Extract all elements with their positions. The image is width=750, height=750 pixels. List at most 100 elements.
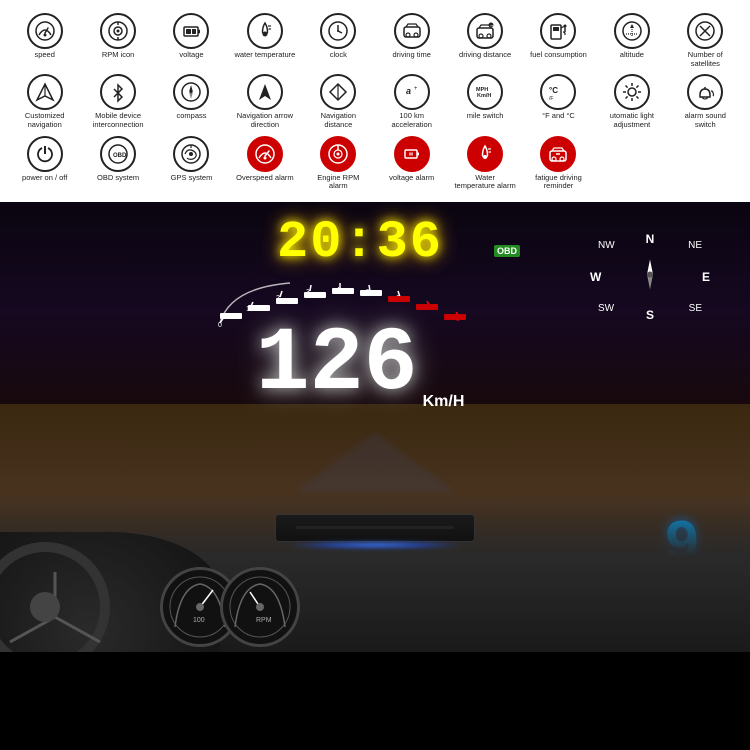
water-temp-label: water temperature <box>234 51 295 60</box>
svg-text:RPM: RPM <box>256 617 272 624</box>
nav-distance-icon <box>320 74 356 110</box>
compass-center <box>630 254 670 299</box>
speed-icon <box>27 13 63 49</box>
100km-label: 100 km acceleration <box>381 112 443 129</box>
icon-alarm: alarm sound switch <box>669 71 742 132</box>
bluetooth-icon <box>100 74 136 110</box>
nav-arrow-icon <box>247 74 283 110</box>
mile-label: mile switch <box>467 112 504 121</box>
icon-speed: speed <box>8 10 81 71</box>
hud-device <box>275 514 475 542</box>
fuel-label: fuel consumption <box>530 51 587 60</box>
compass-labels: N S E W NE NW SE SW <box>590 232 710 322</box>
compass-needle-svg <box>630 254 670 294</box>
icon-clock: clock <box>302 10 375 71</box>
voltage-alarm-label: voltage alarm <box>389 174 434 183</box>
svg-text:+: + <box>414 86 418 92</box>
icon-water-temp: water temperature <box>228 10 301 71</box>
icon-satellites: Number of satellites <box>669 10 742 71</box>
icon-power: power on / off <box>8 133 81 194</box>
rpm-label: RPM icon <box>102 51 135 60</box>
water-temp-icon <box>247 13 283 49</box>
bluetooth-label: Mobile device interconnection <box>87 112 149 129</box>
satellites-icon <box>687 13 723 49</box>
overspeed-label: Overspeed alarm <box>236 174 294 183</box>
driving-time-label: driving time <box>393 51 431 60</box>
compass-w: W <box>590 270 601 284</box>
icon-row-2: Customized navigation Mobile device inte… <box>8 71 742 132</box>
alarm-icon <box>687 74 723 110</box>
icon-voltage-alarm: voltage alarm <box>375 133 448 194</box>
hud-time-display: 20:36 <box>200 217 520 269</box>
satellites-label: Number of satellites <box>674 51 736 68</box>
gauge-tachometer: RPM <box>220 567 300 647</box>
icon-voltage: voltage <box>155 10 228 71</box>
svg-text:OBD: OBD <box>113 153 127 159</box>
speed-label: speed <box>34 51 54 60</box>
obd-label: OBD system <box>97 174 139 183</box>
compass-e: E <box>702 270 710 284</box>
instrument-cluster: 100 RPM <box>150 552 310 652</box>
custom-nav-icon <box>27 74 63 110</box>
nav-arrow-label: Navigation arrow direction <box>234 112 296 129</box>
icon-obd: OBD OBD system <box>81 133 154 194</box>
clock-icon <box>320 13 356 49</box>
clock-label: clock <box>330 51 347 60</box>
engine-rpm-label: Engine RPM alarm <box>307 174 369 191</box>
compass-s: S <box>646 308 654 322</box>
gps-system-icon <box>173 136 209 172</box>
light-label: utomatic light adjustment <box>601 112 663 129</box>
icon-row-1: speed RPM icon <box>8 10 742 71</box>
icon-bluetooth: Mobile device interconnection <box>81 71 154 132</box>
engine-rpm-icon <box>320 136 356 172</box>
svg-text:100: 100 <box>193 617 205 624</box>
icon-compass: compass <box>155 71 228 132</box>
icon-altitude: altitude <box>595 10 668 71</box>
icon-empty-1 <box>595 133 668 194</box>
icon-custom-nav: Customized navigation <box>8 71 81 132</box>
mile-icon: MPH Km/H <box>467 74 503 110</box>
altitude-label: altitude <box>620 51 644 60</box>
icon-temp-unit: °C /F °F and °C <box>522 71 595 132</box>
info-panel: speed RPM icon <box>0 0 750 202</box>
power-icon <box>27 136 63 172</box>
driving-distance-label: driving distance <box>459 51 511 60</box>
voltage-alarm-icon <box>394 136 430 172</box>
power-label: power on / off <box>22 174 67 183</box>
compass-label: compass <box>176 112 206 121</box>
hud-area: 20:36 OBD 0 1 2 3 4 5 6 <box>0 202 750 652</box>
driving-distance-icon: mi <box>467 13 503 49</box>
icon-100km: a + 100 km acceleration <box>375 71 448 132</box>
icon-empty-2 <box>669 133 742 194</box>
svg-text:°C: °C <box>549 86 558 95</box>
projection-cone <box>295 432 455 492</box>
svg-text:a: a <box>406 86 411 96</box>
steering-wheel <box>0 542 110 652</box>
icon-light: utomatic light adjustment <box>595 71 668 132</box>
svg-text:Km/H: Km/H <box>477 93 491 99</box>
icon-mile: MPH Km/H mile switch <box>448 71 521 132</box>
icon-fuel: fuel consumption <box>522 10 595 71</box>
voltage-icon <box>173 13 209 49</box>
voltage-label: voltage <box>179 51 203 60</box>
compass-se: SE <box>689 303 702 314</box>
alarm-label: alarm sound switch <box>674 112 736 129</box>
compass-nw: NW <box>598 240 615 251</box>
gps-system-label: GPS system <box>171 174 213 183</box>
icon-rpm: RPM icon <box>81 10 154 71</box>
svg-text:mi: mi <box>490 23 493 27</box>
icon-fatigue: fatigue driving reminder <box>522 133 595 194</box>
svg-text:/F: /F <box>549 96 553 102</box>
compass-sw: SW <box>598 303 614 314</box>
speed-block: 126 Km/H <box>200 325 520 410</box>
dashboard-area: 100 RPM <box>0 492 750 652</box>
obd-badge: OBD <box>494 245 520 257</box>
compass-n: N <box>646 232 655 246</box>
custom-nav-label: Customized navigation <box>14 112 76 129</box>
hud-overlay: 20:36 OBD 0 1 2 3 4 5 6 <box>200 217 520 410</box>
nav-distance-label: Navigation distance <box>307 112 369 129</box>
driving-time-icon <box>394 13 430 49</box>
icon-nav-arrow: Navigation arrow direction <box>228 71 301 132</box>
rpm-icon <box>100 13 136 49</box>
light-icon <box>614 74 650 110</box>
